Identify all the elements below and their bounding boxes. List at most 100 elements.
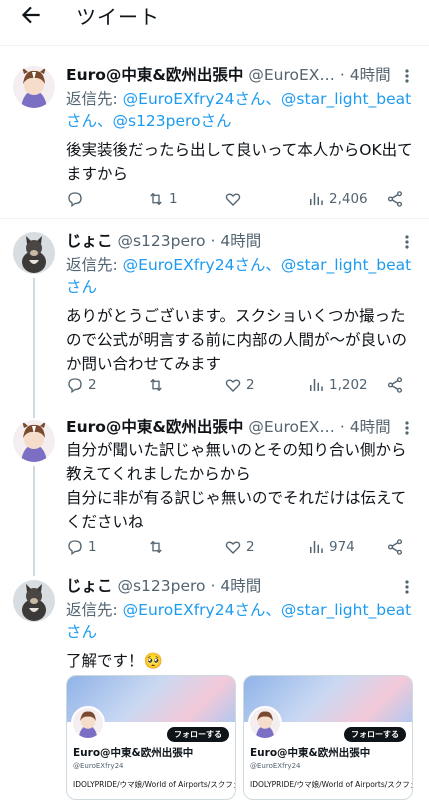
views-icon <box>310 379 323 391</box>
user-handle[interactable]: @s123pero <box>117 577 205 595</box>
back-arrow-icon[interactable] <box>18 2 44 28</box>
avatar[interactable] <box>13 232 55 274</box>
tweet[interactable]: Euro@中東&欧州出張中 @EuroEX… · 4時間 返信先: @EuroE… <box>0 58 429 218</box>
follow-button: フォローする <box>167 727 229 742</box>
heart-icon <box>225 379 241 392</box>
avatar[interactable] <box>13 66 55 108</box>
user-handle[interactable]: @EuroEX… <box>248 418 335 436</box>
reply-to: 返信先: @EuroEXfry24さん、@star_light_beat さん <box>66 256 412 296</box>
retweet-button[interactable] <box>147 373 169 397</box>
views-button[interactable]: 2,406 <box>307 187 368 211</box>
reply-icon <box>68 540 82 556</box>
heart-icon <box>225 193 241 206</box>
reply-icon <box>68 192 82 208</box>
reply-to: 返信先: @EuroEXfry24さん、@star_light_beat さん <box>66 601 412 641</box>
card-avatar <box>71 706 105 740</box>
more-options-icon[interactable] <box>401 68 413 84</box>
display-name[interactable]: じょこ <box>66 232 113 250</box>
timestamp[interactable]: 4時間 <box>220 577 261 595</box>
card-bio: IDOLYPRIDE/ウマ娘/World of Airports/スクフェス <box>250 780 413 789</box>
card-display-name: Euro@中東&欧州出張中 <box>250 747 371 759</box>
divider <box>0 218 429 219</box>
reply-to: 返信先: @EuroEXfry24さん、@star_light_beat さん、… <box>66 90 412 130</box>
share-icon <box>387 377 403 393</box>
reply-button[interactable]: 2 <box>66 373 97 397</box>
timestamp[interactable]: 4時間 <box>220 232 261 250</box>
horse-girl-avatar-icon <box>13 66 55 108</box>
media-image[interactable]: フォローする Euro@中東&欧州出張中 @EuroEXfry24 IDOLYP… <box>66 675 236 800</box>
views-button[interactable]: 974 <box>307 535 355 559</box>
page-title: ツイート <box>76 5 160 29</box>
views-button[interactable]: 1,202 <box>307 373 368 397</box>
thread-line <box>33 278 35 404</box>
tweet-media[interactable]: フォローする Euro@中東&欧州出張中 @EuroEXfry24 IDOLYP… <box>66 675 418 800</box>
reply-mentions[interactable]: @EuroEXfry24さん、@star_light_beat <box>123 90 412 108</box>
share-button[interactable] <box>386 373 408 397</box>
share-button[interactable] <box>386 187 408 211</box>
retweet-button[interactable]: 1 <box>147 187 178 211</box>
timestamp[interactable]: 4時間 <box>350 66 391 84</box>
divider <box>0 45 429 46</box>
thread-line <box>33 466 35 576</box>
more-options-icon[interactable] <box>401 420 413 436</box>
display-name[interactable]: Euro@中東&欧州出張中 <box>66 418 243 436</box>
heart-icon <box>225 541 241 554</box>
avatar[interactable] <box>13 420 55 462</box>
reply-button[interactable]: 1 <box>66 535 97 559</box>
tweet-header: じょこ @s123pero · 4時間 <box>66 577 262 595</box>
retweet-button[interactable] <box>147 535 169 559</box>
views-icon <box>310 541 323 553</box>
display-name[interactable]: じょこ <box>66 577 113 595</box>
reply-button[interactable] <box>66 187 88 211</box>
retweet-icon <box>150 540 162 554</box>
card-bio: IDOLYPRIDE/ウマ娘/World of Airports/スクフェ <box>73 780 236 789</box>
retweet-icon <box>150 378 162 392</box>
user-handle[interactable]: @EuroEX… <box>248 66 335 84</box>
tweet-text: 了解です！🥺 <box>66 652 163 670</box>
tweet-text: ありがとうございます。スクショいくつか撮ったので公式が明言する前に内部の人間が〜… <box>66 307 408 373</box>
media-image[interactable]: フォローする Euro@中東&欧州出張中 @EuroEXfry24 IDOLYP… <box>243 675 413 800</box>
reply-mentions-cont[interactable]: さん <box>66 623 97 641</box>
like-button[interactable]: 2 <box>224 373 255 397</box>
horse-girl-avatar-icon <box>13 420 55 462</box>
dog-avatar-icon <box>13 580 55 622</box>
tweet-text: 後実装後だったら出して良いって本人からOK出てますから <box>66 141 413 183</box>
reply-mentions-cont[interactable]: さん、@s123peroさん <box>66 112 232 130</box>
tweet-text: 自分が聞いた訳じゃ無いのとその知り合い側から教えてくれましたからから 自分に非が… <box>66 441 407 531</box>
follow-button: フォローする <box>344 727 406 742</box>
avatar[interactable] <box>13 580 55 622</box>
views-icon <box>310 193 323 205</box>
card-handle: @EuroEXfry24 <box>250 762 301 770</box>
tweet-actions: 2 2 1,202 <box>66 373 411 397</box>
card-display-name: Euro@中東&欧州出張中 <box>73 747 194 759</box>
tweet[interactable]: Euro@中東&欧州出張中 @EuroEX… · 4時間 自分が聞いた訳じゃ無い… <box>0 404 429 576</box>
more-options-icon[interactable] <box>401 234 413 250</box>
tweet[interactable]: じょこ @s123pero · 4時間 返信先: @EuroEXfry24さん、… <box>0 226 429 404</box>
thread-line <box>33 404 35 418</box>
share-icon <box>387 191 403 207</box>
card-handle: @EuroEXfry24 <box>73 762 124 770</box>
tweet-actions: 1 2,406 <box>66 187 411 211</box>
reply-mentions[interactable]: @EuroEXfry24さん、@star_light_beat <box>123 601 412 619</box>
horse-girl-avatar-icon <box>250 708 280 738</box>
user-handle[interactable]: @s123pero <box>117 232 205 250</box>
more-options-icon[interactable] <box>401 579 413 595</box>
card-avatar <box>248 706 282 740</box>
tweet-header: じょこ @s123pero · 4時間 <box>66 232 262 250</box>
reply-icon <box>68 378 82 394</box>
like-button[interactable]: 2 <box>224 535 255 559</box>
share-button[interactable] <box>386 535 408 559</box>
horse-girl-avatar-icon <box>73 708 103 738</box>
top-bar: ツイート <box>0 0 429 36</box>
display-name[interactable]: Euro@中東&欧州出張中 <box>66 66 243 84</box>
dog-avatar-icon <box>13 232 55 274</box>
tweet-actions: 1 2 974 <box>66 535 411 559</box>
tweet-header: Euro@中東&欧州出張中 @EuroEX… · 4時間 <box>66 66 391 84</box>
share-icon <box>387 539 403 555</box>
tweet-header: Euro@中東&欧州出張中 @EuroEX… · 4時間 <box>66 418 391 436</box>
like-button[interactable] <box>224 187 246 211</box>
reply-mentions[interactable]: @EuroEXfry24さん、@star_light_beat <box>123 256 412 274</box>
retweet-icon <box>150 192 162 206</box>
timestamp[interactable]: 4時間 <box>350 418 391 436</box>
reply-mentions-cont[interactable]: さん <box>66 278 97 296</box>
